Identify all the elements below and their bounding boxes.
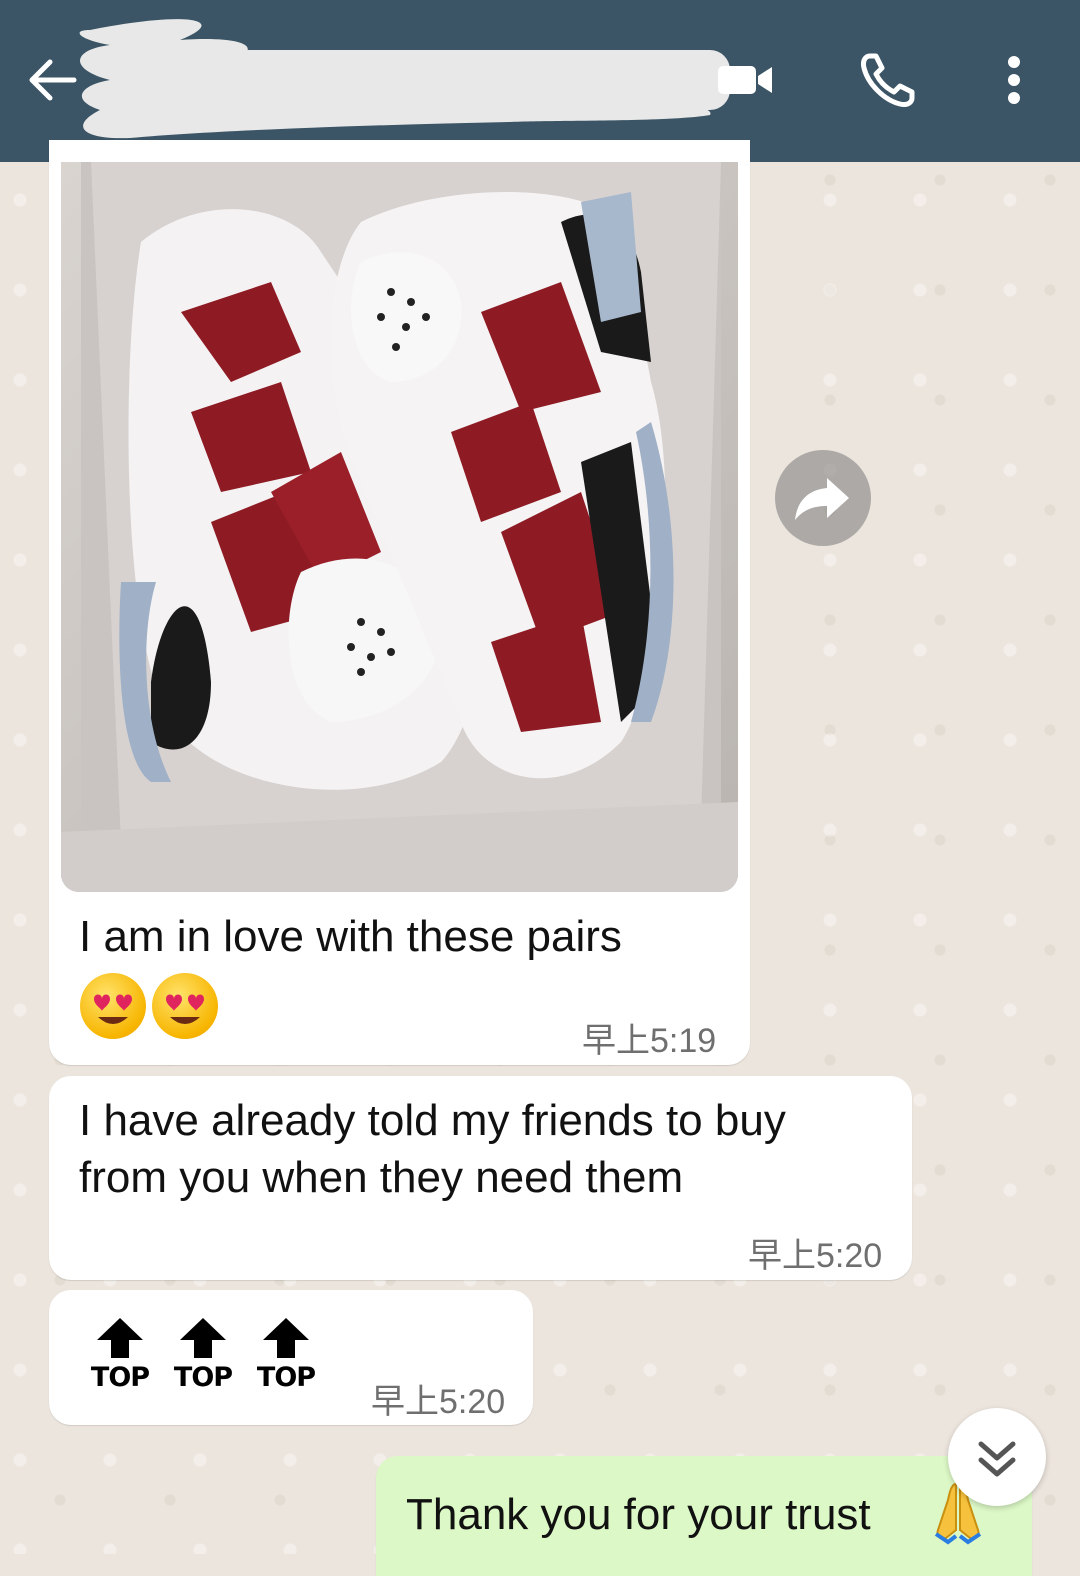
message-timestamp: 早上5:20 xyxy=(371,1383,506,1421)
top-label: TOP xyxy=(173,1362,233,1393)
top-label: TOP xyxy=(256,1362,316,1393)
top-label: TOP xyxy=(90,1362,150,1393)
scroll-to-bottom-button[interactable] xyxy=(948,1408,1046,1506)
message-timestamp: 早上5:19 xyxy=(582,1022,717,1060)
chat-header xyxy=(0,0,1080,162)
forward-share-icon xyxy=(795,478,849,520)
message-text: Thank you for your trust xyxy=(406,1490,871,1539)
video-camera-icon[interactable] xyxy=(714,48,778,112)
top-arrow-emoji-icon: TOP xyxy=(172,1316,234,1396)
message-text: I am in love with these pairs xyxy=(79,912,622,961)
sneaker-image xyxy=(61,162,738,892)
top-arrow-emoji-icon: TOP xyxy=(89,1316,151,1396)
heart-eyes-emoji-icon xyxy=(152,973,218,1039)
message-text-line2: from you when they need them xyxy=(79,1153,684,1202)
message-text-line1: I have already told my friends to buy xyxy=(79,1096,786,1145)
more-vert-icon[interactable] xyxy=(982,48,1046,112)
message-timestamp: 早上5:20 xyxy=(748,1237,883,1275)
phone-icon[interactable] xyxy=(856,48,920,112)
heart-eyes-emoji-icon xyxy=(80,973,146,1039)
sneaker-photo[interactable] xyxy=(61,162,738,892)
top-arrow-emoji-icon: TOP xyxy=(255,1316,317,1396)
redacted-contact-name xyxy=(79,19,730,139)
forward-button[interactable] xyxy=(775,450,871,546)
double-chevron-down-icon xyxy=(978,1441,1016,1477)
